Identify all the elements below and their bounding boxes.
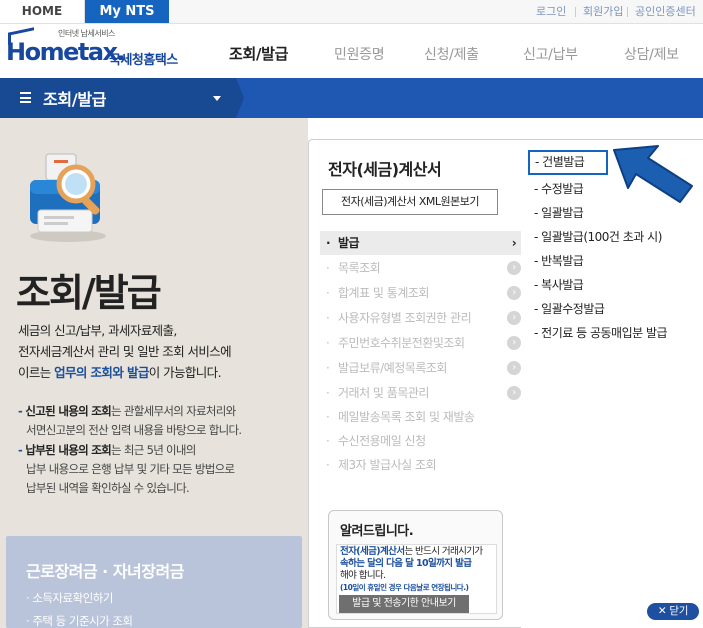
section-dropdown[interactable] [0,78,236,118]
nav-application[interactable]: 신청/제출 [424,44,479,64]
section-title[interactable]: 조회/발급 [43,86,107,110]
submenu-copy-issue[interactable]: - 복사발급 [534,276,584,293]
nav-certificates[interactable]: 민원증명 [334,44,385,64]
submenu-amended-issue[interactable]: - 수정발급 [534,180,584,197]
chevron-right-icon: › [507,361,521,375]
menu-item-list-inquiry[interactable]: · 목록조회 › [320,256,521,280]
nav-filing-payment[interactable]: 신고/납부 [523,44,578,64]
xml-original-view-button[interactable]: 전자(세금)계산서 XML원본보기 [322,189,498,215]
hometax-logo[interactable]: 인터넷 납세서비스 Hometax. 국세청홈택스 [6,27,196,74]
certificate-center-link[interactable]: 공인인증센터 [635,0,696,24]
info-bullet-paid: - 납부된 내용의 조회는 최근 5년 이내의 납부 내용으로 은행 납부 및 … [18,443,235,495]
chevron-right-icon: › [507,286,521,300]
signup-link[interactable]: 회원가입 [583,0,623,24]
intro-line: 전자세금계산서 관리 및 일반 조회 서비스에 [18,344,232,359]
chevron-down-icon[interactable] [213,96,221,101]
promo-title[interactable]: 근로장려금 · 자녀장려금 [26,558,184,582]
chevron-right-icon: › [507,311,521,325]
menu-item-summary-stats[interactable]: · 합계표 및 통계조회 › [320,281,521,305]
home-tab[interactable]: HOME [0,0,85,23]
promo-link-standard-price[interactable]: · 주택 등 기준시가 조회 [26,613,133,628]
utility-bar: HOME My NTS 로그인 회원가입 공인인증센터 [0,0,703,24]
category-title: 전자(세금)계산서 [328,160,442,179]
nav-inquiry-issuance[interactable]: 조회/발급 [229,43,288,64]
divider [627,7,628,17]
chevron-right-icon: › [507,336,521,350]
section-bar-arrow [236,78,244,118]
divider [575,7,576,17]
chevron-right-icon: › [511,236,517,250]
menu-item-pending-list[interactable]: · 발급보류/예정목록조회 › [320,356,521,380]
my-nts-tab[interactable]: My NTS [85,0,169,23]
submenu-joint-purchase-issue[interactable]: - 전기료 등 공동매입분 발급 [534,324,668,341]
submenu-single-issue[interactable]: - 건별발급 [528,150,608,175]
submenu-bulk-amended-issue[interactable]: - 일괄수정발급 [534,300,605,317]
logo-korean: 국세청홈택스 [109,53,178,68]
logo-wordmark: Hometax. [6,38,126,66]
menu-item-issue[interactable]: · 발급 › [320,231,521,255]
chevron-right-icon: › [507,261,521,275]
page-heading: 조회/발급 [16,271,162,315]
login-link[interactable]: 로그인 [536,0,566,24]
notice-title: 알려드립니다. [340,524,414,539]
menu-item-third-party[interactable]: · 제3자 발급사실 조회 [320,453,521,477]
chevron-right-icon: › [507,386,521,400]
submenu-repeat-issue[interactable]: - 반복발급 [534,252,584,269]
hamburger-icon[interactable] [20,92,31,103]
pointer-arrow-icon [613,145,693,203]
nav-consultation[interactable]: 상담/제보 [624,44,679,64]
menu-item-mail-resend[interactable]: · 메일발송목록 조회 및 재발송 [320,405,521,429]
inquiry-magnifier-icon [30,153,106,242]
site-header: 인터넷 납세서비스 Hometax. 국세청홈택스 조회/발급 민원증명 신청/… [0,24,703,78]
notice-text: 전자(세금)계산서는 반드시 거래시기가 속하는 달의 다음 달 10일까지 발… [340,546,483,581]
submenu-bulk-issue[interactable]: - 일괄발급 [534,204,584,221]
deadline-guide-button[interactable]: 발급 및 전송기한 안내보기 [339,595,469,613]
menu-item-receive-mail[interactable]: · 수신전용메일 신청 [320,429,521,453]
promo-link-income-data[interactable]: · 소득자료확인하기 [26,590,113,606]
menu-item-permission-mgmt[interactable]: · 사용자유형별 조회권한 관리 › [320,306,521,330]
info-bullet-filed: - 신고된 내용의 조회는 관할세무서의 자료처리와 서면신고분의 전산 입력 … [18,404,242,437]
submenu-bulk-issue-100plus[interactable]: - 일괄발급(100건 초과 시) [534,228,662,245]
menu-item-partner-items[interactable]: · 거래처 및 품목관리 › [320,381,521,405]
notice-footnote: (10일이 휴일인 경우 다음날로 연장됩니다.) [340,583,469,592]
intro-line: 이르는 업무의 조회와 발급이 가능합니다. [18,365,222,380]
intro-line: 세금의 신고/납부, 과세자료제출, [18,323,177,338]
close-button[interactable]: ✕ 닫기 [647,603,699,620]
menu-item-rrn-conversion[interactable]: · 주민번호수취분전환및조회 › [320,331,521,355]
intro-text: 세금의 신고/납부, 과세자료제출, 전자세금계산서 관리 및 일반 조회 서비… [18,320,298,383]
